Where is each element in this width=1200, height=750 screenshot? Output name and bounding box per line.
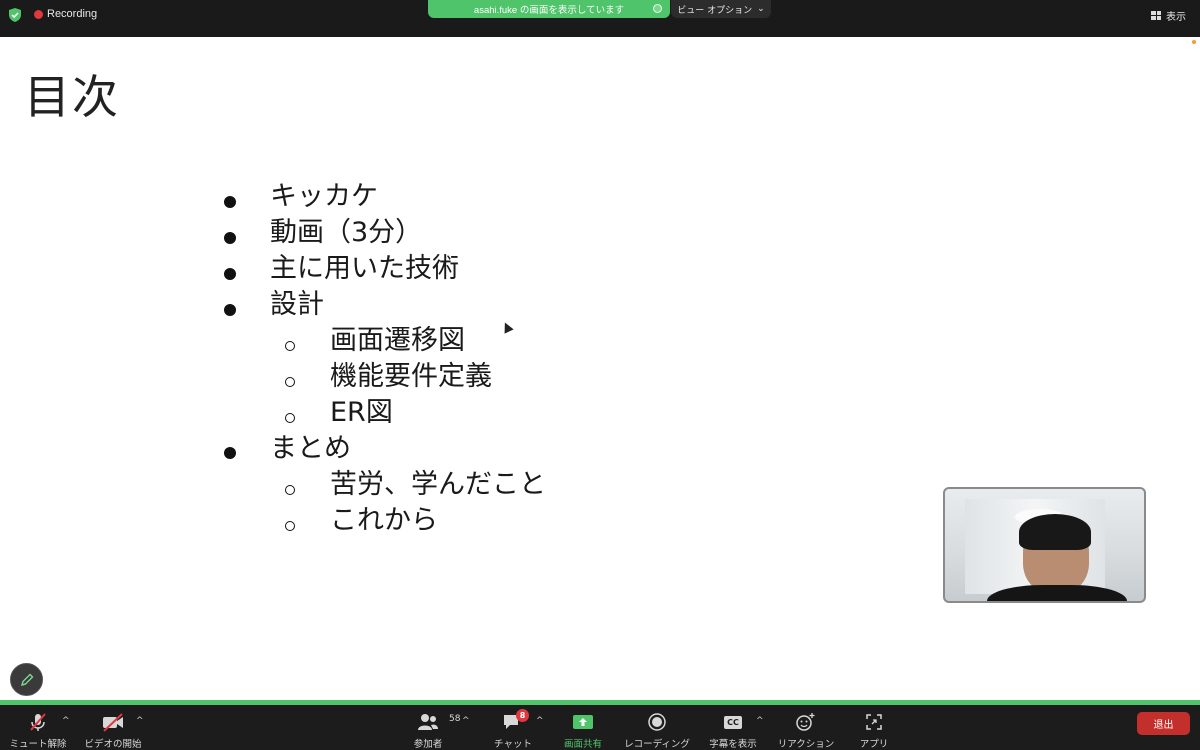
apps-label: アプリ <box>859 739 889 750</box>
view-button[interactable]: 表示 <box>1151 8 1186 23</box>
start-video-label: ビデオの開始 <box>84 739 142 750</box>
bullet-icon <box>224 304 236 316</box>
reactions-label: リアクション <box>777 739 835 750</box>
recording-label: Recording <box>47 8 98 20</box>
participants-button[interactable]: 58 参加者 <box>408 705 460 750</box>
participants-icon: 58 <box>417 711 460 733</box>
sub-bullet-icon <box>285 413 295 423</box>
chat-badge: 8 <box>516 709 529 722</box>
participant-body <box>987 585 1127 601</box>
apps-button[interactable]: アプリ <box>856 705 892 750</box>
leave-button[interactable]: 退出 <box>1137 712 1190 735</box>
list-item: キッカケ <box>270 181 378 212</box>
sub-bullet-icon <box>285 485 295 495</box>
recording-dot-icon <box>34 9 43 19</box>
share-banner-text: asahi.fuke の画面を表示しています <box>473 5 625 16</box>
apps-icon <box>865 711 883 733</box>
list-item: これから <box>330 505 438 536</box>
list-item: 主に用いた技術 <box>270 253 459 284</box>
share-screen-icon <box>572 711 594 733</box>
recording-button[interactable]: レコーディング <box>622 705 692 750</box>
annotate-pen-button[interactable] <box>10 663 43 696</box>
list-item: まとめ <box>270 433 351 464</box>
record-icon <box>647 711 667 733</box>
unmute-label: ミュート解除 <box>9 739 67 750</box>
list-item: 機能要件定義 <box>330 361 492 392</box>
meeting-toolbar: ミュート解除 ^ ビデオの開始 ^ 58 参加者 ^ 8 チャット ^ 画面共有… <box>0 705 1200 750</box>
closed-captions-icon: CC <box>724 711 742 733</box>
list-item: 画面遷移図 <box>330 325 465 356</box>
captions-button[interactable]: CC 字幕を表示 <box>708 705 758 750</box>
recording-indicator[interactable]: Recording <box>34 8 97 20</box>
chat-label: チャット <box>494 739 532 750</box>
security-shield-icon[interactable] <box>8 8 22 22</box>
view-options-label: ビュー オプション <box>677 5 753 16</box>
mouse-cursor-icon <box>500 320 514 334</box>
sub-bullet-icon <box>285 341 295 351</box>
list-item: ER図 <box>330 397 393 428</box>
list-item: 設計 <box>270 289 324 320</box>
screen-share-banner: asahi.fuke の画面を表示しています <box>428 0 670 18</box>
pencil-icon <box>20 673 33 686</box>
meeting-top-bar: Recording asahi.fuke の画面を表示しています ビュー オプシ… <box>0 0 1200 37</box>
participant-video-tile[interactable] <box>943 487 1146 603</box>
slide-title: 目次 <box>24 70 120 124</box>
gallery-view-icon <box>1151 11 1161 20</box>
list-item: 苦労、学んだこと <box>330 469 546 500</box>
reactions-button[interactable]: リアクション <box>776 705 836 750</box>
list-item: 動画（3分） <box>270 217 423 248</box>
bullet-icon <box>224 268 236 280</box>
activity-dot-icon <box>1192 40 1196 44</box>
participants-count: 58 <box>449 714 461 724</box>
share-status-icon[interactable] <box>653 4 662 13</box>
sub-bullet-icon <box>285 521 295 531</box>
emoji-add-icon <box>795 711 817 733</box>
recording-label-button: レコーディング <box>624 739 690 750</box>
video-off-icon <box>101 711 125 733</box>
participants-label: 参加者 <box>413 739 443 750</box>
cc-icon-text: CC <box>724 715 742 729</box>
view-options-dropdown[interactable]: ビュー オプション ⌄ <box>671 0 771 18</box>
chat-button[interactable]: 8 チャット <box>490 705 536 750</box>
unmute-button[interactable]: ミュート解除 <box>8 705 68 750</box>
captions-label: 字幕を表示 <box>709 739 757 750</box>
participant-hair <box>1019 514 1091 550</box>
chat-icon: 8 <box>502 709 529 733</box>
chat-caret-icon[interactable]: ^ <box>536 716 544 726</box>
view-label: 表示 <box>1166 12 1186 23</box>
bullet-icon <box>224 196 236 208</box>
bullet-icon <box>224 447 236 459</box>
bullet-icon <box>224 232 236 244</box>
video-options-caret-icon[interactable]: ^ <box>136 716 144 726</box>
chevron-down-icon: ⌄ <box>757 4 765 14</box>
sub-bullet-icon <box>285 377 295 387</box>
captions-caret-icon[interactable]: ^ <box>756 716 764 726</box>
share-screen-label: 画面共有 <box>563 739 602 750</box>
muted-mic-icon <box>27 711 49 733</box>
start-video-button[interactable]: ビデオの開始 <box>82 705 144 750</box>
audio-options-caret-icon[interactable]: ^ <box>62 716 70 726</box>
share-screen-button[interactable]: 画面共有 <box>560 705 606 750</box>
participants-caret-icon[interactable]: ^ <box>462 716 470 726</box>
